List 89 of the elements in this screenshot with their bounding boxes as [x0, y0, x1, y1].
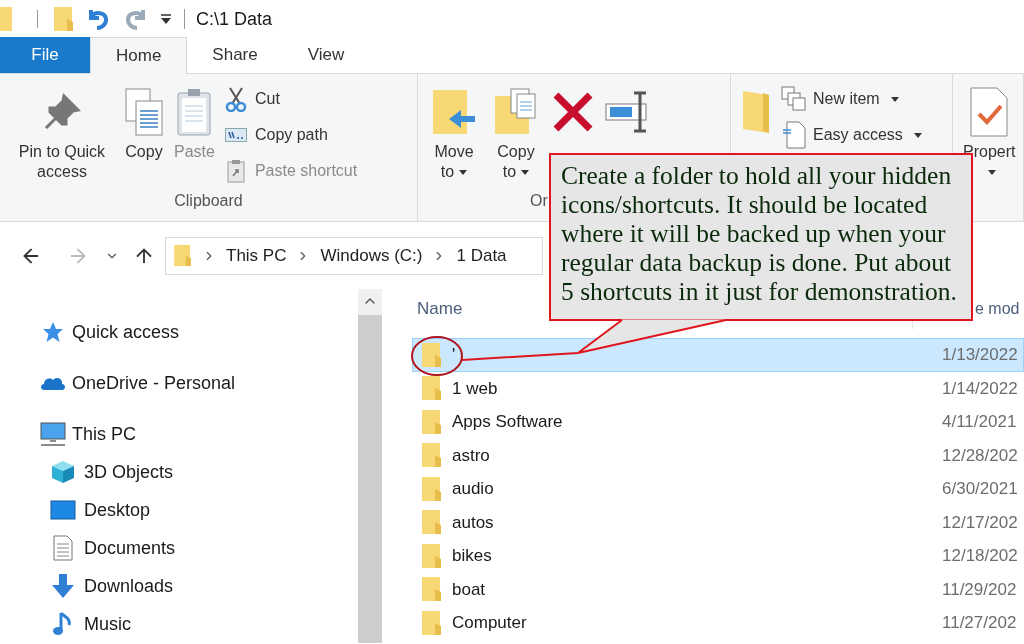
- delete-icon[interactable]: [552, 91, 594, 133]
- nav-item[interactable]: Desktop: [40, 491, 358, 529]
- file-name: boat: [452, 578, 487, 601]
- breadcrumb[interactable]: Windows (C:): [320, 242, 423, 269]
- address-bar[interactable]: This PC Windows (C:) 1 Data: [165, 236, 543, 275]
- dropdown-icon[interactable]: [160, 13, 172, 25]
- date-cell-text: 12/18/202: [942, 545, 1018, 567]
- star-icon: [42, 321, 64, 343]
- highlight-ellipse: [411, 336, 463, 376]
- date-cell-text: 12/28/202: [942, 444, 1018, 467]
- date-cell-text: 1/13/2022: [942, 344, 1018, 366]
- file-name: audio: [452, 478, 495, 500]
- ribbon-button[interactable]: New item: [781, 84, 922, 114]
- ribbon-button[interactable]: Copy to: [488, 84, 544, 182]
- date-cell-text: 6/30/2021: [942, 478, 1018, 500]
- folder-icon: [422, 509, 442, 536]
- scissors-icon: [224, 86, 247, 112]
- file-row[interactable]: audio 6/30/2021: [412, 472, 1024, 506]
- ribbon-button[interactable]: Move to: [426, 84, 482, 182]
- file-name: bikes: [452, 545, 493, 567]
- breadcrumb[interactable]: 1 Data: [456, 242, 507, 269]
- file-row[interactable]: astro 12/28/202: [412, 438, 1024, 472]
- file-name: astro: [452, 444, 491, 467]
- desktop-icon: [50, 500, 76, 520]
- folder-icon: [422, 475, 442, 502]
- date-cell-text: 11/29/202: [942, 578, 1017, 601]
- nav-item[interactable]: Quick access: [40, 313, 358, 351]
- file-tab[interactable]: File: [0, 37, 90, 73]
- pin-icon: [42, 92, 82, 132]
- folder-icon: [422, 408, 442, 435]
- folder-icon: [422, 375, 442, 402]
- ribbon-button[interactable]: Easy access: [781, 120, 922, 150]
- folder-arrow-icon: [431, 88, 477, 136]
- file-row[interactable]: 1 web 1/14/2022: [412, 371, 1024, 405]
- date-cell-text: 4/11/2021: [942, 411, 1017, 433]
- group-label: Or: [530, 191, 548, 211]
- file-row[interactable]: Computer 11/27/202: [412, 606, 1024, 640]
- folder-icon: [422, 576, 442, 603]
- nav-item[interactable]: Music: [40, 605, 358, 643]
- document-icon: [53, 535, 73, 561]
- ribbon-button[interactable]: Pin to Quick access: [8, 84, 116, 182]
- clipboard-icon: [176, 88, 213, 136]
- date-cell-text: 12/17/202: [942, 511, 1018, 534]
- file-name: Apps Software: [452, 411, 564, 433]
- ribbon-tab[interactable]: Home: [90, 37, 188, 74]
- ribbon-button[interactable]: Copy path: [222, 120, 358, 150]
- file-row[interactable]: Apps Software 4/11/2021: [412, 405, 1024, 439]
- nav-item[interactable]: This PC: [40, 415, 358, 453]
- properties-icon: [969, 86, 1009, 138]
- file-name: autos: [452, 511, 495, 534]
- nav-item[interactable]: 3D Objects: [40, 453, 358, 491]
- folder-icon: [422, 341, 442, 368]
- file-row[interactable]: boat 11/29/202: [412, 572, 1024, 606]
- column-header[interactable]: e mod: [975, 297, 1020, 321]
- date-cell-text: 11/27/202: [942, 612, 1017, 634]
- date-cell-text: 1/14/2022: [942, 377, 1018, 400]
- undo-icon[interactable]: [86, 7, 110, 31]
- file-name: Computer: [452, 612, 528, 634]
- file-name: ': [452, 344, 457, 366]
- folder-icon: [174, 244, 192, 267]
- folder-icon: [422, 542, 442, 569]
- ribbon-tab[interactable]: View: [282, 37, 370, 73]
- new-item-icon: [781, 86, 807, 112]
- cube-icon: [51, 460, 75, 484]
- file-row[interactable]: ' 1/13/2022: [412, 338, 1024, 372]
- path-icon: [224, 128, 247, 142]
- folder-icon: [422, 609, 442, 636]
- group-label: Clipboard: [174, 191, 243, 211]
- cloud-icon: [40, 375, 66, 391]
- nav-item[interactable]: OneDrive - Personal: [40, 364, 358, 402]
- document-icon: [782, 121, 806, 149]
- ribbon-button[interactable]: Copy: [122, 84, 166, 162]
- ribbon-tab[interactable]: Share: [187, 37, 283, 73]
- window-title: C:\1 Data: [196, 7, 273, 31]
- file-row[interactable]: bikes 12/18/202: [412, 539, 1024, 573]
- monitor-icon: [40, 422, 66, 446]
- nav-item[interactable]: Downloads: [40, 567, 358, 605]
- file-row[interactable]: autos 12/17/202: [412, 505, 1024, 539]
- breadcrumb[interactable]: This PC: [226, 242, 287, 269]
- folder-icon: [54, 6, 74, 32]
- folder-copy-icon: [493, 88, 539, 136]
- shortcut-icon: [226, 159, 245, 183]
- copy-icon: [124, 87, 164, 137]
- download-icon: [51, 573, 75, 599]
- file-name: 1 web: [452, 377, 499, 400]
- folder-icon: [422, 442, 442, 469]
- nav-item[interactable]: Documents: [40, 529, 358, 567]
- ribbon-button[interactable]: Cut: [222, 84, 358, 114]
- music-note-icon: [53, 611, 73, 637]
